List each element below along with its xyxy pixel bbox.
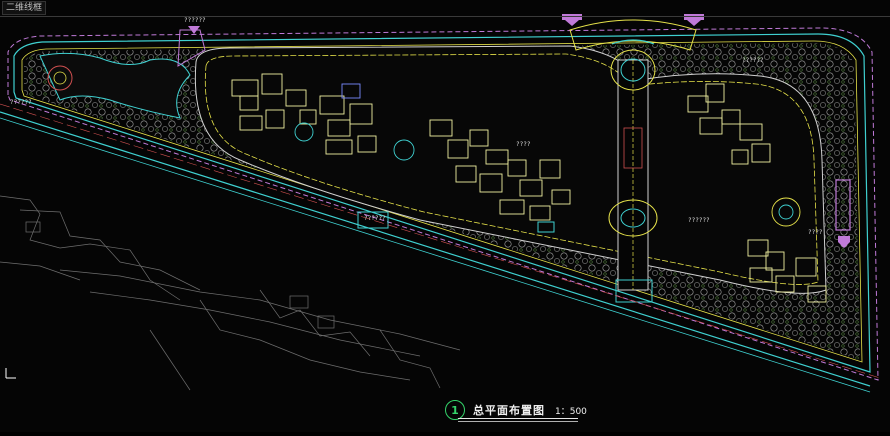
svg-text:????: ???? (516, 141, 531, 148)
drawing-number-circle: 1 (445, 400, 465, 420)
site-plan-drawing: ?????? ?????? ?????? ?????? ?????? ???? … (0, 14, 881, 393)
svg-text:??????: ?????? (364, 215, 386, 222)
drawing-scale: 1：500 (555, 406, 587, 417)
viewport-style-label[interactable]: 二维线框 (2, 1, 47, 15)
viewport-top-rule (0, 16, 890, 17)
title-underline (458, 418, 578, 419)
ucs-icon (5, 368, 16, 379)
cad-model-viewport[interactable]: ?????? ?????? ?????? ?????? ?????? ???? … (0, 0, 890, 432)
context-linework (0, 195, 461, 391)
title-underline-thin (458, 421, 578, 422)
svg-text:????: ???? (808, 229, 823, 236)
svg-text:??????: ?????? (688, 217, 710, 224)
svg-text:??????: ?????? (742, 57, 764, 64)
drawing-title: 总平面布置图 (473, 404, 545, 417)
svg-text:??????: ?????? (10, 99, 32, 106)
svg-text:??????: ?????? (184, 17, 206, 24)
